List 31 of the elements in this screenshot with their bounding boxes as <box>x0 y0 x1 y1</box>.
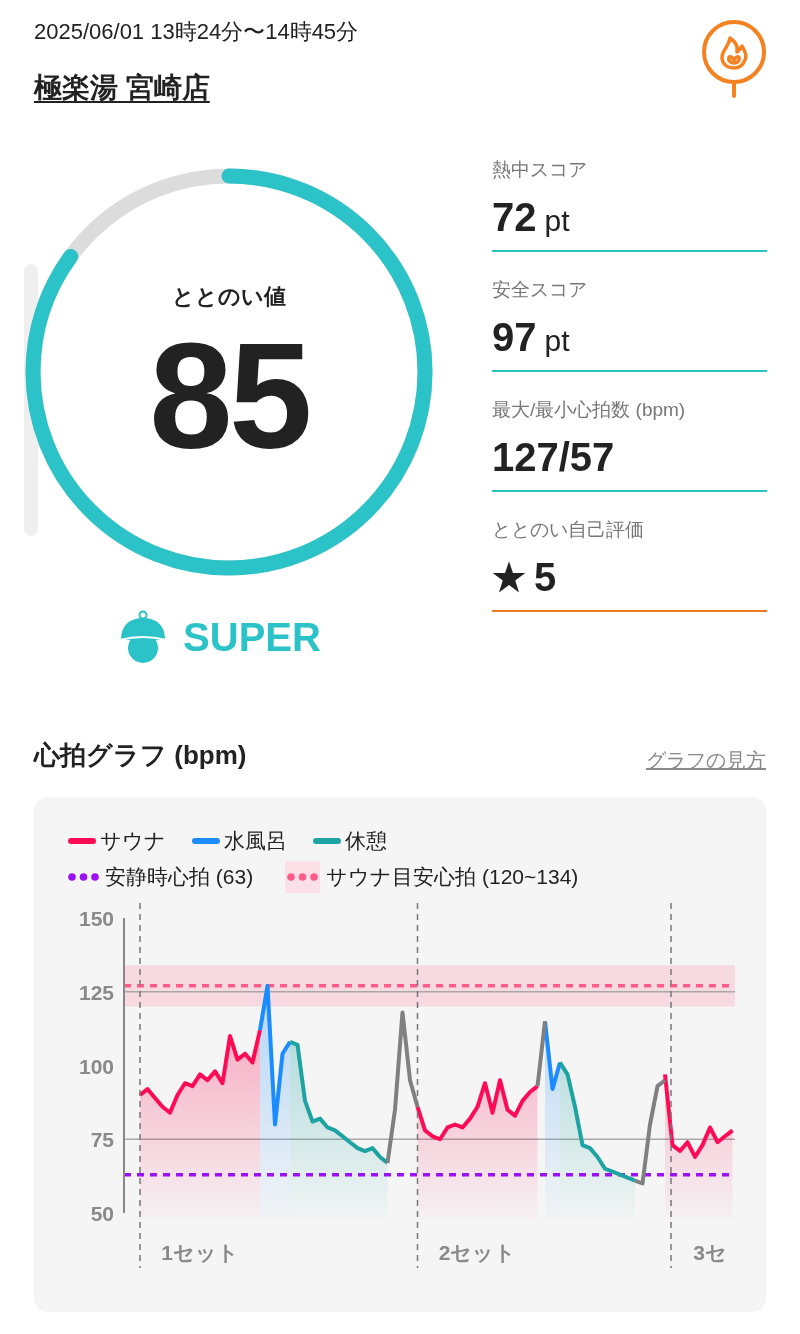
gauge-value: 85 <box>149 321 309 471</box>
metric-label: 安全スコア <box>492 278 588 302</box>
legend-label: 休憩 <box>345 828 387 854</box>
metric-value: 5 <box>534 554 557 601</box>
legend-label: サウナ <box>100 828 166 854</box>
metric-value: 127/57 <box>492 434 615 481</box>
metric-unit: pt <box>544 206 570 236</box>
metric-value: 97 <box>492 314 537 361</box>
session-datetime: 2025/06/01 13時24分〜14時45分 <box>34 18 359 46</box>
set-label: 3セ <box>693 1241 727 1264</box>
legend-label: サウナ目安心拍 (120~134) <box>326 864 579 890</box>
y-tick-label: 75 <box>90 1128 114 1152</box>
y-tick-label: 50 <box>90 1202 114 1225</box>
star-icon <box>492 560 526 594</box>
legend-label: 水風呂 <box>224 828 287 854</box>
gauge-label: ととのい値 <box>172 283 286 311</box>
metric-value: 72 <box>492 194 537 241</box>
metric-label: 最大/最小心拍数 (bpm) <box>492 398 687 422</box>
set-label: 1セット <box>161 1241 239 1264</box>
y-tick-label: 125 <box>78 980 114 1004</box>
section-title: 心拍グラフ (bpm) <box>34 739 247 772</box>
store-link[interactable]: 極楽湯 宮崎店 <box>34 70 359 106</box>
set-label: 2セット <box>438 1241 517 1264</box>
metric-unit: pt <box>544 326 570 356</box>
y-tick-label: 100 <box>78 1054 114 1078</box>
legend-label: 安静時心拍 (63) <box>105 864 254 890</box>
y-tick-label: 150 <box>78 907 114 930</box>
help-link[interactable]: グラフの見方 <box>646 745 766 775</box>
rank-label: SUPER <box>183 617 321 657</box>
metric-label: ととのい自己評価 <box>492 518 645 542</box>
metric-label: 熱中スコア <box>492 158 588 182</box>
